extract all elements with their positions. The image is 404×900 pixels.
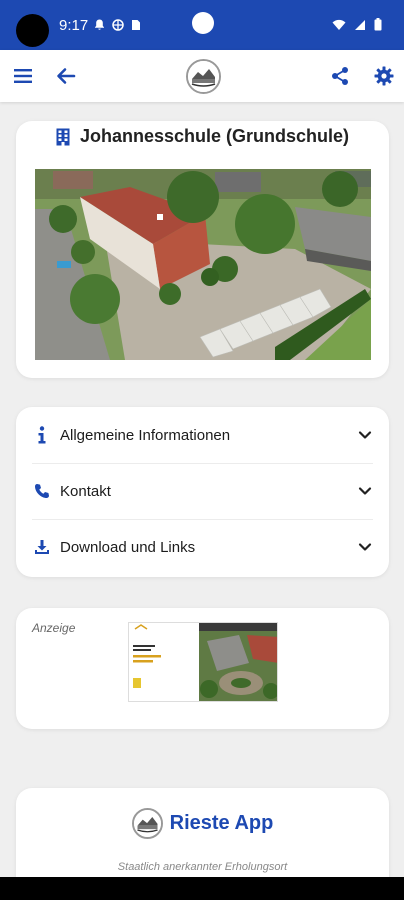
battery-icon xyxy=(374,18,382,31)
school-building-icon xyxy=(56,128,70,145)
notification-bell-icon xyxy=(95,19,104,30)
accordion-label: Download und Links xyxy=(60,538,196,556)
app-bar xyxy=(0,50,404,102)
school-card: Johannesschule (Grundschule) xyxy=(16,121,389,378)
ad-card: Anzeige xyxy=(16,608,389,729)
chevron-down-icon xyxy=(358,487,372,495)
info-accordion: Allgemeine Informationen Kontakt Downloa… xyxy=(16,407,389,577)
school-name: Johannesschule (Grundschule) xyxy=(79,126,350,146)
ad-banner-image[interactable] xyxy=(128,622,278,702)
signal-icon xyxy=(355,19,365,30)
download-icon xyxy=(32,537,52,557)
accordion-item-general-info[interactable]: Allgemeine Informationen xyxy=(16,407,389,463)
vpn-globe-icon xyxy=(112,19,124,31)
accordion-label: Kontakt xyxy=(60,482,111,500)
system-nav-bar xyxy=(0,877,404,900)
accordion-item-contact[interactable]: Kontakt xyxy=(16,463,389,519)
wifi-icon xyxy=(332,19,346,30)
ad-label: Anzeige xyxy=(32,621,76,635)
accordion-label: Allgemeine Informationen xyxy=(60,426,231,444)
camera-cutout xyxy=(16,14,49,47)
status-icons-left xyxy=(94,19,141,31)
rieste-logo[interactable] xyxy=(186,59,221,94)
school-title: Johannesschule (Grundschule) xyxy=(16,126,389,147)
front-camera-dot xyxy=(192,12,214,34)
footer-brand: Rieste App xyxy=(16,808,389,839)
sim-card-icon xyxy=(132,20,140,30)
status-time: 9:17 xyxy=(59,17,89,34)
status-bar: 9:17 xyxy=(0,0,404,50)
settings-gear-icon[interactable] xyxy=(372,64,396,88)
footer-subtitle: Staatlich anerkannter Erholungsort xyxy=(117,861,288,873)
chevron-down-icon xyxy=(358,543,372,551)
status-icons-right xyxy=(332,18,382,31)
back-arrow-icon[interactable] xyxy=(54,64,78,88)
menu-icon[interactable] xyxy=(11,64,35,88)
share-icon[interactable] xyxy=(328,64,352,88)
chevron-down-icon xyxy=(358,431,372,439)
school-aerial-photo[interactable] xyxy=(35,169,371,360)
info-icon xyxy=(32,425,52,445)
footer-app-name: Rieste App xyxy=(169,812,274,834)
accordion-item-downloads[interactable]: Download und Links xyxy=(16,519,389,575)
phone-icon xyxy=(32,481,52,501)
rieste-logo xyxy=(131,808,163,839)
